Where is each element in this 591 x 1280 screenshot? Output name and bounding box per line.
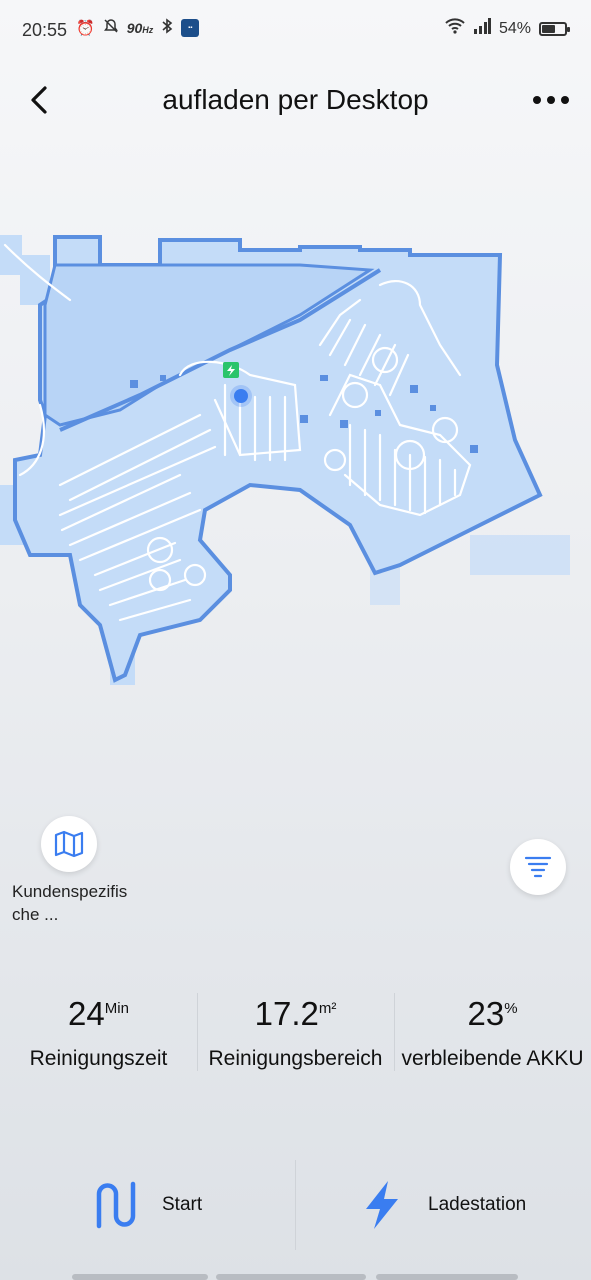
stat-time-label: Reinigungszeit bbox=[29, 1047, 168, 1070]
start-path-icon bbox=[96, 1181, 136, 1229]
battery-fill bbox=[542, 24, 555, 33]
stat-battery-value: 23 bbox=[467, 995, 505, 1032]
stat-area-value: 17.2 bbox=[254, 995, 319, 1032]
nav-indicator bbox=[72, 1274, 208, 1280]
robot-position-icon bbox=[230, 385, 252, 407]
page-title: aufladen per Desktop bbox=[162, 84, 429, 115]
action-divider bbox=[295, 1160, 296, 1250]
map-icon bbox=[54, 830, 84, 858]
stat-cleaning-area: 17.2m² Reinigungsbereich bbox=[197, 985, 394, 1085]
bluetooth-icon bbox=[161, 18, 173, 38]
header: aufladen per Desktop bbox=[0, 60, 591, 140]
status-bar: 20:55 ⏰ 90Hz ▪▪ 54% bbox=[0, 0, 591, 60]
stat-time-value: 24 bbox=[68, 995, 105, 1032]
stat-cleaning-time: 24Min Reinigungszeit bbox=[0, 985, 197, 1085]
suction-power-button[interactable] bbox=[510, 839, 566, 895]
nav-indicator bbox=[216, 1274, 366, 1280]
tornado-icon bbox=[524, 856, 552, 878]
nav-indicator bbox=[376, 1274, 518, 1280]
stat-battery: 23% verbleibende AKKU bbox=[394, 985, 591, 1085]
start-label: Start bbox=[162, 1194, 203, 1215]
start-button[interactable]: Start bbox=[94, 1150, 202, 1260]
charging-dock-icon bbox=[223, 362, 239, 378]
cleaning-stats: 24Min Reinigungszeit 17.2m² Reinigungsbe… bbox=[0, 985, 591, 1085]
dock-button[interactable]: Ladestation bbox=[360, 1150, 526, 1260]
battery-icon bbox=[539, 21, 570, 36]
stat-area-label: Reinigungsbereich bbox=[208, 1047, 383, 1070]
stat-time-unit: Min bbox=[104, 1000, 129, 1017]
refresh-rate: 90Hz bbox=[126, 20, 154, 36]
cleaning-map[interactable] bbox=[0, 225, 591, 695]
stat-area-unit: m² bbox=[318, 1000, 337, 1017]
lightning-icon bbox=[366, 1181, 398, 1229]
wifi-icon bbox=[445, 18, 465, 39]
more-dots-icon bbox=[533, 96, 569, 104]
signal-icon bbox=[473, 18, 491, 39]
battery-percent: 54% bbox=[498, 19, 531, 37]
status-icons-right: 54% bbox=[445, 18, 570, 39]
status-icons-left: ⏰ 90Hz ▪▪ bbox=[76, 18, 200, 38]
custom-mode-button[interactable] bbox=[41, 816, 97, 872]
mute-icon bbox=[103, 18, 119, 38]
app-notification-icon: ▪▪ bbox=[181, 19, 200, 37]
bottom-action-bar: Start Ladestation bbox=[0, 1150, 591, 1260]
stat-battery-label: verbleibende AKKU bbox=[401, 1047, 584, 1070]
stat-battery-unit: % bbox=[504, 1000, 518, 1017]
map-graphic bbox=[0, 235, 570, 685]
alarm-icon: ⏰ bbox=[76, 20, 95, 37]
dock-label: Ladestation bbox=[428, 1194, 527, 1215]
custom-mode-label: Kundenspezifische ... bbox=[12, 882, 128, 924]
status-time: 20:55 bbox=[22, 20, 68, 40]
more-options-button[interactable] bbox=[529, 82, 573, 118]
